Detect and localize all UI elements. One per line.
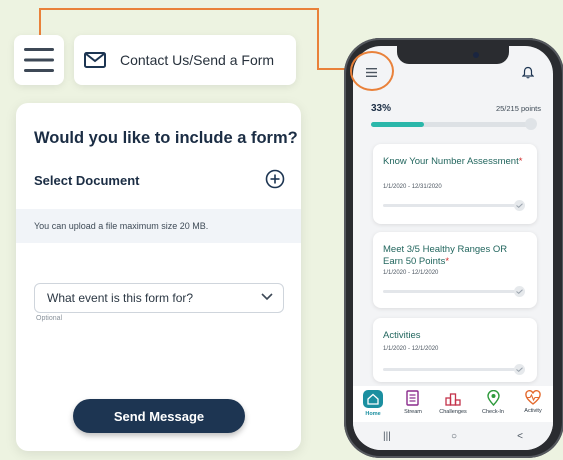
task-dates: 1/1/2020 - 12/1/2020 xyxy=(383,270,439,276)
camera-icon xyxy=(473,52,479,58)
tab-stream[interactable]: Stream xyxy=(395,390,431,415)
task-title: Know Your Number Assessment* xyxy=(383,156,523,167)
event-select-value: What event is this form for? xyxy=(47,291,194,305)
back-button[interactable]: < xyxy=(517,431,523,442)
callout-line-top xyxy=(39,8,319,10)
check-icon xyxy=(514,200,525,211)
hamburger-menu-icon xyxy=(24,48,54,72)
phone-notch xyxy=(397,46,509,64)
task-dates: 1/1/2020 - 12/31/2020 xyxy=(383,184,442,190)
progress-track xyxy=(371,122,531,127)
callout-line-vertical-right xyxy=(317,8,319,70)
highlight-ring xyxy=(350,51,394,91)
progress-points: 25/215 points xyxy=(495,104,541,113)
envelope-icon xyxy=(84,52,106,68)
stream-icon xyxy=(406,390,419,406)
check-icon xyxy=(514,286,525,297)
progress-check-icon xyxy=(525,118,537,130)
recents-button[interactable]: ||| xyxy=(383,431,391,442)
heart-pulse-icon xyxy=(525,390,541,405)
task-dates: 1/1/2020 - 12/1/2020 xyxy=(383,346,439,352)
tab-home[interactable]: Home xyxy=(355,390,391,417)
home-icon xyxy=(363,390,383,408)
task-title: Meet 3/5 Healthy Ranges OR Earn 50 Point… xyxy=(383,244,508,267)
event-select-dropdown[interactable]: What event is this form for? xyxy=(34,283,284,313)
optional-hint: Optional xyxy=(36,315,63,322)
task-title: Activities xyxy=(383,330,421,341)
form-title: Would you like to include a form? xyxy=(34,129,298,147)
check-icon xyxy=(514,364,525,375)
podium-icon xyxy=(445,393,461,406)
task-card-2[interactable]: Meet 3/5 Healthy Ranges OR Earn 50 Point… xyxy=(373,232,537,308)
progress-fill xyxy=(371,122,424,127)
task-card-3[interactable]: Activities 1/1/2020 - 12/1/2020 xyxy=(373,318,537,382)
send-message-button[interactable]: Send Message xyxy=(73,399,245,433)
home-nav-button[interactable]: ○ xyxy=(451,431,457,442)
menu-button-card[interactable] xyxy=(14,35,64,85)
contact-us-label: Contact Us/Send a Form xyxy=(120,52,275,68)
add-document-plus-icon[interactable] xyxy=(265,169,285,189)
bottom-tab-bar: Home Stream Challenges Check-In Activity xyxy=(353,386,553,422)
tab-check-in[interactable]: Check-In xyxy=(475,390,511,415)
upload-size-note: You can upload a file maximum size 20 MB… xyxy=(16,209,301,243)
tab-challenges[interactable]: Challenges xyxy=(435,390,471,415)
task-progress-bar xyxy=(383,290,519,293)
phone-mockup: 33% 25/215 points Know Your Number Asses… xyxy=(344,38,563,458)
contact-us-menu-item[interactable]: Contact Us/Send a Form xyxy=(74,35,296,85)
select-document-label: Select Document xyxy=(34,173,140,188)
task-progress-bar xyxy=(383,204,519,207)
location-pin-icon xyxy=(486,390,500,406)
tab-activity[interactable]: Activity xyxy=(515,390,551,414)
task-progress-bar xyxy=(383,368,519,371)
bell-icon[interactable] xyxy=(522,66,534,79)
task-card-1[interactable]: Know Your Number Assessment* 1/1/2020 - … xyxy=(373,144,537,224)
form-card: Would you like to include a form? Select… xyxy=(16,103,301,451)
chevron-down-icon xyxy=(261,293,273,301)
progress-percent: 33% xyxy=(371,103,392,114)
phone-screen: 33% 25/215 points Know Your Number Asses… xyxy=(353,46,553,450)
android-nav-bar: ||| ○ < xyxy=(353,422,553,450)
callout-line-vertical-left xyxy=(39,8,41,36)
